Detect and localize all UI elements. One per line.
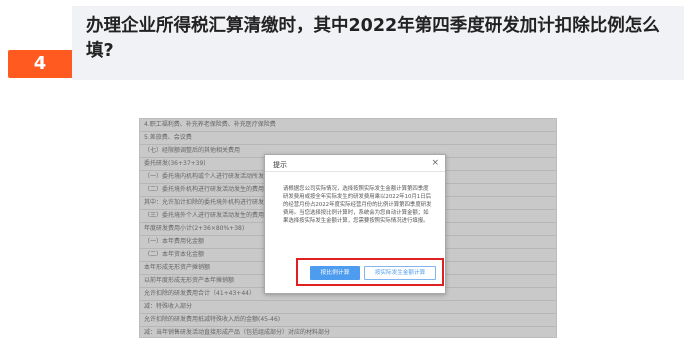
form-row: 5.差旅费、会议费 — [140, 132, 556, 145]
calculate-by-actual-amount-button[interactable]: 按实际发生金额计算 — [364, 266, 436, 280]
form-row: 允许扣除的研发费用抵减特殊收入后的金额(45-46) — [140, 314, 556, 327]
dialog-divider — [265, 171, 445, 172]
form-row: 4.职工福利费、补充养老保险费、补充医疗保险费 — [140, 119, 556, 132]
dialog-title: 提示 — [273, 161, 287, 169]
close-icon[interactable]: × — [431, 158, 439, 168]
form-row: 减：当年销售研发活动直接形成产品（包括组成部分）对应的材料部分 — [140, 327, 556, 337]
dialog-message: 请根据您公司实际情况，选择按照实际发生金额计算第四季度研发费用或按全年实际发生的… — [283, 186, 432, 224]
calculate-by-ratio-button[interactable]: 按比例计算 — [310, 266, 360, 280]
question-text: 办理企业所得税汇算清缴时，其中2022年第四季度研发加计扣除比例怎么填? — [86, 16, 660, 61]
question-number-badge: 4 — [8, 50, 72, 78]
form-row: 减：特殊收入部分 — [140, 301, 556, 314]
